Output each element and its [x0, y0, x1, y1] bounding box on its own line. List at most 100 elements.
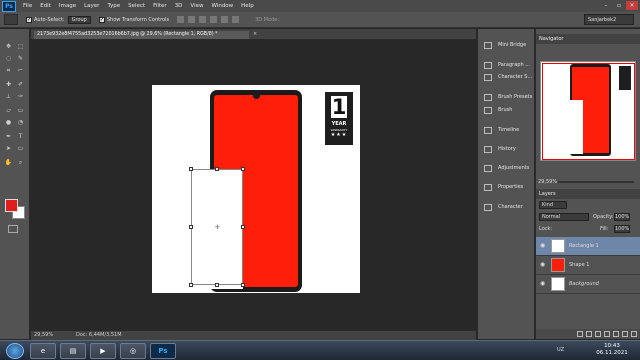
layer-filter-kind[interactable]: Kind: [539, 201, 567, 209]
transform-handle-tl[interactable]: [189, 167, 193, 171]
auto-select-checkbox[interactable]: ✓: [26, 16, 32, 23]
transform-handle-r[interactable]: [241, 225, 245, 229]
blur-tool-icon[interactable]: ●: [4, 119, 13, 127]
panel-mini-bridge[interactable]: Mini Bridge: [481, 40, 533, 51]
opacity-input[interactable]: 100%: [614, 213, 630, 221]
type-tool-icon[interactable]: T: [16, 133, 25, 141]
transform-controls-checkbox[interactable]: ✓: [98, 16, 105, 23]
menu-edit[interactable]: Edit: [36, 3, 55, 9]
panel-history[interactable]: History: [481, 144, 533, 155]
new-group-icon[interactable]: [613, 331, 619, 337]
canvas-area[interactable]: 1 YEAR WARRANTY ★★★ ✛: [31, 40, 476, 330]
document-tab[interactable]: 2173e932e8f4755ad3253e72016b6b7.jpg @ 29…: [34, 31, 249, 39]
path-select-tool-icon[interactable]: ➤: [4, 145, 13, 153]
auto-select-dropdown[interactable]: Group: [67, 15, 91, 24]
taskbar-media-icon[interactable]: ▶: [90, 343, 116, 359]
pen-tool-icon[interactable]: ✒: [4, 133, 13, 141]
eraser-tool-icon[interactable]: ▱: [4, 107, 13, 115]
marquee-tool-icon[interactable]: ⬚: [16, 43, 25, 51]
layer-row-rectangle-1[interactable]: ◉ Rectangle 1: [536, 237, 640, 256]
tray-clock[interactable]: 10:43 06.11.2021: [592, 343, 632, 357]
crop-tool-icon[interactable]: ⌗: [4, 67, 13, 75]
menu-file[interactable]: File: [19, 3, 36, 9]
panel-properties[interactable]: Properties: [481, 182, 533, 193]
layer-name[interactable]: Rectangle 1: [569, 237, 599, 256]
start-button-icon[interactable]: [6, 343, 24, 359]
transform-handle-b[interactable]: [215, 283, 219, 287]
gradient-tool-icon[interactable]: ▭: [16, 107, 25, 115]
status-zoom[interactable]: 29,59%: [31, 331, 76, 340]
eyedropper-tool-icon[interactable]: ⌐: [16, 67, 25, 75]
transform-center-icon[interactable]: ✛: [215, 225, 221, 231]
align-right-icon[interactable]: [232, 16, 240, 23]
transform-handle-bl[interactable]: [189, 283, 193, 287]
dodge-tool-icon[interactable]: ◔: [16, 119, 25, 127]
blend-mode-dropdown[interactable]: Normal: [539, 213, 589, 221]
transform-handle-t[interactable]: [215, 167, 219, 171]
navigator-thumbnail[interactable]: [540, 61, 636, 161]
quick-select-tool-icon[interactable]: ✎: [16, 55, 25, 63]
panel-brush-presets[interactable]: Brush Presets: [481, 92, 533, 103]
taskbar-ie-icon[interactable]: e: [30, 343, 56, 359]
delete-layer-icon[interactable]: [631, 331, 637, 337]
menu-help[interactable]: Help: [237, 3, 258, 9]
layer-style-icon[interactable]: [586, 331, 592, 337]
transform-handle-l[interactable]: [189, 225, 193, 229]
close-icon[interactable]: ✕: [626, 1, 638, 10]
panel-character[interactable]: Character: [481, 202, 533, 213]
panel-adjustments[interactable]: Adjustments: [481, 163, 533, 174]
foreground-color-swatch[interactable]: [5, 199, 18, 212]
clone-stamp-tool-icon[interactable]: ⊥: [4, 93, 13, 101]
adjustment-layer-icon[interactable]: [604, 331, 610, 337]
align-bottom-icon[interactable]: [199, 16, 207, 23]
zoom-tool-icon[interactable]: ⌕: [16, 159, 25, 167]
navigator-zoom[interactable]: 29,59%: [538, 179, 557, 185]
taskbar-photoshop-icon[interactable]: Ps: [150, 343, 176, 359]
navigator-tab[interactable]: Navigator: [536, 34, 640, 44]
fill-input[interactable]: 100%: [614, 225, 630, 233]
maximize-icon[interactable]: ▫: [613, 1, 625, 10]
align-middle-icon[interactable]: [188, 16, 196, 23]
menu-window[interactable]: Window: [207, 3, 237, 9]
document-canvas[interactable]: 1 YEAR WARRANTY ★★★ ✛: [152, 85, 360, 293]
panel-character-styles[interactable]: Character S...: [481, 72, 533, 83]
layer-name[interactable]: Background: [569, 275, 599, 294]
minimize-icon[interactable]: –: [600, 1, 612, 10]
transform-handle-br[interactable]: [241, 283, 245, 287]
visibility-eye-icon[interactable]: ◉: [540, 243, 547, 249]
align-center-icon[interactable]: [221, 16, 229, 23]
move-tool-icon[interactable]: ✥: [4, 43, 13, 51]
healing-tool-icon[interactable]: ✚: [4, 81, 13, 89]
transform-handle-tr[interactable]: [241, 167, 245, 171]
menu-layer[interactable]: Layer: [80, 3, 103, 9]
panel-timeline[interactable]: Timeline: [481, 125, 533, 136]
menu-type[interactable]: Type: [103, 3, 124, 9]
workspace-dropdown[interactable]: Sanjarbek2: [584, 14, 634, 25]
menu-3d[interactable]: 3D: [171, 3, 187, 9]
brush-tool-icon[interactable]: ✐: [16, 81, 25, 89]
lasso-tool-icon[interactable]: ◌: [4, 55, 13, 63]
hand-tool-icon[interactable]: ✋: [4, 159, 13, 167]
history-brush-tool-icon[interactable]: ✑: [16, 93, 25, 101]
panel-brush[interactable]: Brush: [481, 105, 533, 116]
layer-row-background[interactable]: ◉ Background: [536, 275, 640, 294]
layer-name[interactable]: Shape 1: [569, 256, 589, 275]
rectangle-tool-icon[interactable]: ▭: [16, 145, 25, 153]
tray-language[interactable]: UZ: [557, 347, 564, 353]
visibility-eye-icon[interactable]: ◉: [540, 281, 547, 287]
move-tool-preset-icon[interactable]: [4, 14, 18, 25]
navigator-zoom-slider[interactable]: [558, 181, 634, 183]
visibility-eye-icon[interactable]: ◉: [540, 262, 547, 268]
menu-view[interactable]: View: [186, 3, 207, 9]
new-layer-icon[interactable]: [622, 331, 628, 337]
menu-filter[interactable]: Filter: [149, 3, 171, 9]
navigator-view-box[interactable]: [542, 63, 635, 160]
layer-row-shape-1[interactable]: ◉ Shape 1: [536, 256, 640, 275]
quick-mask-icon[interactable]: [8, 225, 18, 233]
link-layers-icon[interactable]: [577, 331, 583, 337]
menu-select[interactable]: Select: [124, 3, 149, 9]
layers-tab[interactable]: Layers: [536, 189, 640, 199]
close-tab-icon[interactable]: ×: [253, 31, 257, 37]
align-left-icon[interactable]: [210, 16, 218, 23]
menu-image[interactable]: Image: [55, 3, 80, 9]
